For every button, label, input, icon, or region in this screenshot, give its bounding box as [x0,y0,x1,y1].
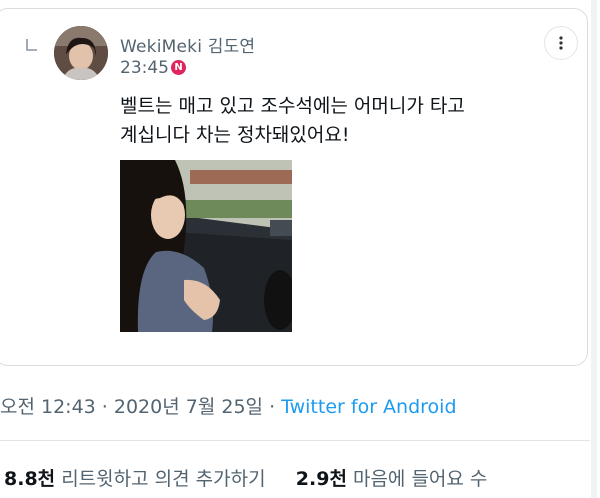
likes-stat[interactable]: 2.9천 마음에 들어요 수 [296,468,488,490]
reply-corner-icon [26,39,37,51]
tweet-timestamp[interactable]: 오전 12:43 · 2020년 7월 25일 [0,396,263,418]
tweet-text: 벨트는 매고 있고 조수석에는 어머니가 타고 계십니다 차는 정차돼있어요! [120,92,560,150]
more-button[interactable] [544,26,578,60]
tweet-meta: 오전 12:43 · 2020년 7월 25일 · Twitter for An… [0,392,457,419]
retweets-count: 8.8천 [4,468,56,490]
divider [0,440,590,441]
more-vertical-icon [559,36,563,50]
meta-separator: · [269,396,276,418]
likes-count: 2.9천 [295,468,347,490]
retweets-label: 리트윗하고 의견 추가하기 [61,468,266,490]
tweet-time[interactable]: 23:45 [120,58,169,78]
tweet-text-line: 벨트는 매고 있고 조수석에는 어머니가 타고 [120,95,465,117]
tweet-photo[interactable] [120,160,292,332]
display-name[interactable]: WekiMeki 김도연 [120,32,255,57]
retweets-stat[interactable]: 8.8천 리트윗하고 의견 추가하기 [4,468,272,490]
likes-label: 마음에 들어요 수 [352,468,488,490]
tweet-stats: 8.8천 리트윗하고 의견 추가하기 2.9천 마음에 들어요 수 [4,464,487,491]
tweet-text-line: 계십니다 차는 정차돼있어요! [120,124,350,146]
new-badge: N [171,60,186,75]
tweet-source-link[interactable]: Twitter for Android [281,396,456,418]
scrollbar[interactable] [591,0,597,498]
avatar[interactable] [54,26,108,80]
